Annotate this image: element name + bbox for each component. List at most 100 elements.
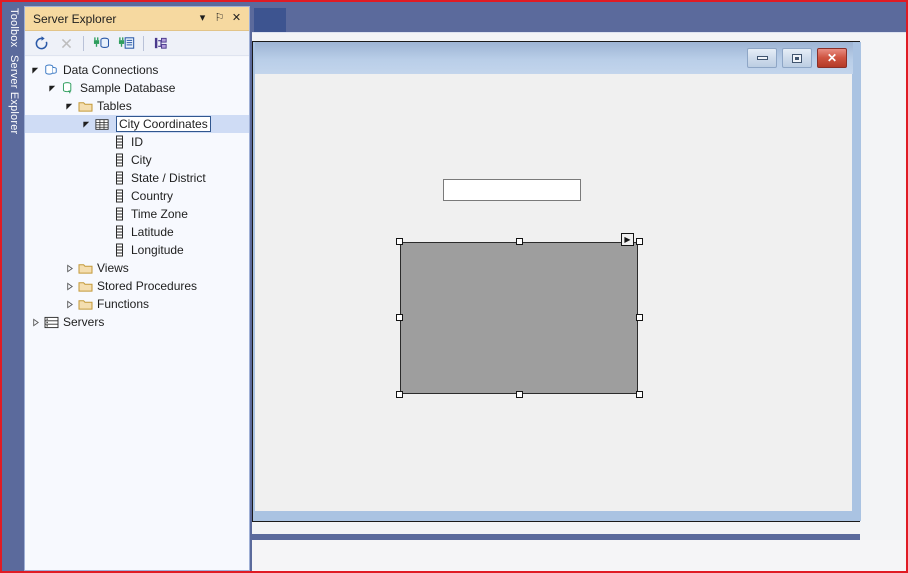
database-stack-icon — [42, 61, 60, 79]
tree-node[interactable]: Stored Procedures — [25, 277, 249, 295]
maximize-button[interactable] — [782, 48, 812, 68]
expander-expanded-icon[interactable] — [80, 115, 93, 133]
textbox-control[interactable] — [443, 179, 581, 201]
expander-collapsed-icon[interactable] — [63, 259, 76, 277]
refresh-icon[interactable] — [30, 33, 52, 53]
vs-shell-window: Toolbox Server Explorer Server Explorer … — [0, 0, 908, 573]
expander-none — [97, 205, 110, 223]
expander-none — [97, 187, 110, 205]
tree-node-label: City — [131, 153, 152, 167]
folder-icon — [76, 259, 94, 277]
connect-to-server-icon[interactable] — [115, 33, 137, 53]
minimize-button[interactable] — [747, 48, 777, 68]
toolbar-separator — [143, 35, 144, 51]
expander-collapsed-icon[interactable] — [63, 277, 76, 295]
tree-node[interactable]: State / District — [25, 169, 249, 187]
expander-expanded-icon[interactable] — [63, 97, 76, 115]
designer-right-gutter — [860, 61, 906, 563]
tree-node-rename-input[interactable]: City Coordinates — [116, 116, 211, 132]
tree-node[interactable]: Time Zone — [25, 205, 249, 223]
window-dropdown-icon[interactable]: ▾ — [194, 10, 211, 27]
expander-none — [97, 241, 110, 259]
resize-handle-middle-left[interactable] — [396, 314, 403, 321]
vertical-tab-toolbox[interactable]: Toolbox — [4, 4, 23, 51]
tree-node[interactable]: Views — [25, 259, 249, 277]
tree-node-label: ID — [131, 135, 143, 149]
close-button[interactable]: ✕ — [817, 48, 847, 68]
document-tab-strip — [252, 4, 906, 32]
smart-tag-icon[interactable]: ▶ — [621, 233, 634, 246]
database-connection-icon — [59, 79, 77, 97]
close-icon[interactable]: ✕ — [228, 10, 245, 27]
tree-node-label: Servers — [63, 315, 105, 329]
resize-handle-bottom-center[interactable] — [516, 391, 523, 398]
minimize-icon — [756, 56, 768, 60]
expander-collapsed-icon[interactable] — [29, 313, 42, 331]
tree-node-label: Data Connections — [63, 63, 159, 77]
column-icon — [110, 241, 128, 259]
tree-node-label: Functions — [97, 297, 150, 311]
form-titlebar: ✕ — [255, 42, 853, 74]
tree-node-label: Time Zone — [131, 207, 188, 221]
resize-handle-middle-right[interactable] — [636, 314, 643, 321]
server-explorer-panel: Server Explorer ▾ ⚐ ✕ Data Connections S… — [24, 6, 250, 571]
column-icon — [110, 223, 128, 241]
object-hierarchy-icon[interactable] — [150, 33, 172, 53]
tree-node[interactable]: Data Connections — [25, 61, 249, 79]
panel-title: Server Explorer — [33, 11, 117, 26]
vertical-tab-server-explorer[interactable]: Server Explorer — [4, 51, 23, 139]
resize-handle-bottom-left[interactable] — [396, 391, 403, 398]
tree-node-label: Views — [97, 261, 129, 275]
resize-handle-top-right[interactable] — [636, 238, 643, 245]
tree-node[interactable]: Tables — [25, 97, 249, 115]
document-area: ✕ ▶ — [252, 4, 906, 571]
panel-control-selection: ▶ — [396, 233, 643, 398]
expander-none — [97, 133, 110, 151]
maximize-icon — [792, 53, 802, 63]
column-icon — [110, 169, 128, 187]
form-preview-window: ✕ ▶ — [253, 42, 861, 521]
status-bar — [252, 540, 906, 571]
server-explorer-tree[interactable]: Data Connections Sample Database Tables Cit… — [25, 57, 249, 570]
expander-none — [97, 151, 110, 169]
expander-expanded-icon[interactable] — [29, 61, 42, 79]
servers-icon — [42, 313, 60, 331]
connect-to-database-icon[interactable] — [90, 33, 112, 53]
tree-node[interactable]: City Coordinates — [25, 115, 249, 133]
column-icon — [110, 205, 128, 223]
expander-collapsed-icon[interactable] — [63, 295, 76, 313]
panel-control[interactable] — [400, 242, 638, 394]
toolbar-separator — [83, 35, 84, 51]
tree-node[interactable]: City — [25, 151, 249, 169]
resize-handle-bottom-right[interactable] — [636, 391, 643, 398]
pin-icon[interactable]: ⚐ — [211, 10, 228, 27]
form-designer-frame: ✕ ▶ — [252, 41, 861, 522]
designer-surface-host: ✕ ▶ — [252, 32, 906, 563]
folder-icon — [76, 295, 94, 313]
tree-node[interactable]: Servers — [25, 313, 249, 331]
tree-node[interactable]: Sample Database — [25, 79, 249, 97]
tree-node[interactable]: ID — [25, 133, 249, 151]
tree-node-label: Sample Database — [80, 81, 176, 95]
tree-node-label: Country — [131, 189, 174, 203]
column-icon — [110, 151, 128, 169]
table-icon — [93, 115, 111, 133]
folder-icon — [76, 97, 94, 115]
tree-node[interactable]: Longitude — [25, 241, 249, 259]
resize-handle-top-center[interactable] — [516, 238, 523, 245]
resize-handle-top-left[interactable] — [396, 238, 403, 245]
server-explorer-header: Server Explorer ▾ ⚐ ✕ — [25, 7, 249, 31]
stop-icon — [55, 33, 77, 53]
tree-node-label: Stored Procedures — [97, 279, 198, 293]
tree-node[interactable]: Country — [25, 187, 249, 205]
expander-none — [97, 223, 110, 241]
column-icon — [110, 187, 128, 205]
tree-node-label: Tables — [97, 99, 132, 113]
expander-expanded-icon[interactable] — [46, 79, 59, 97]
document-tab-designer[interactable] — [254, 8, 286, 32]
tree-node[interactable]: Latitude — [25, 223, 249, 241]
tree-node[interactable]: Functions — [25, 295, 249, 313]
form-client-area[interactable]: ▶ — [255, 74, 852, 511]
expander-none — [97, 169, 110, 187]
server-explorer-toolbar — [25, 31, 249, 56]
